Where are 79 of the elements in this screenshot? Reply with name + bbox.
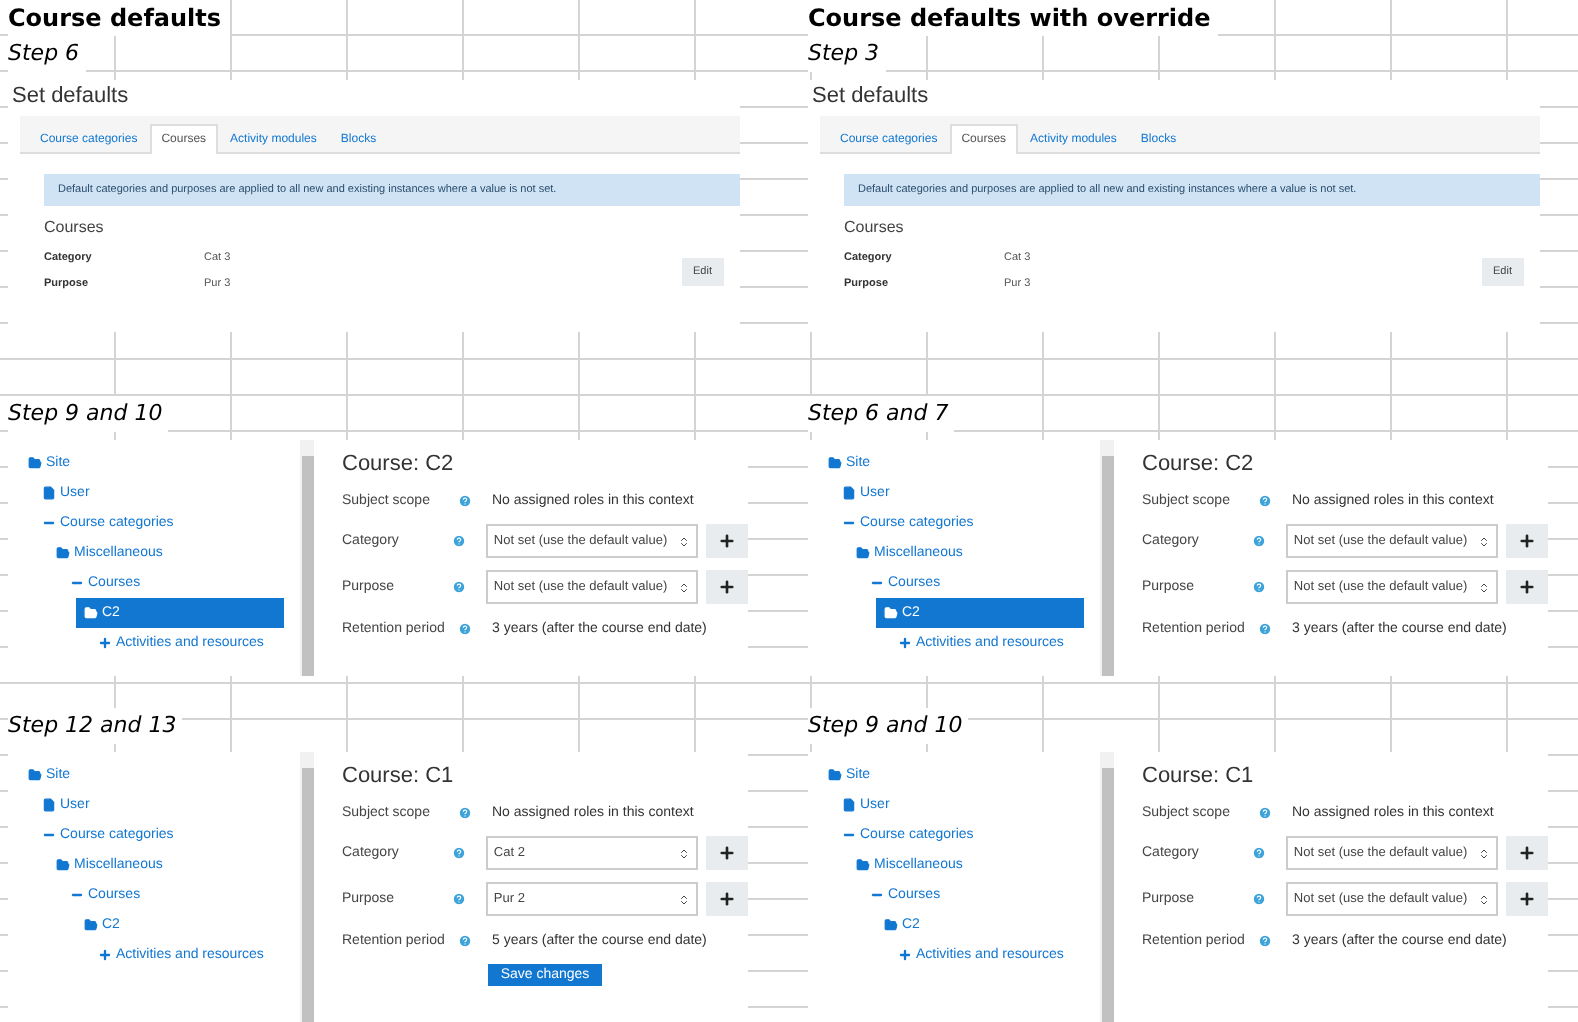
folder-icon xyxy=(828,456,842,470)
plus-icon xyxy=(718,532,737,550)
step-label: Step 9 and 10 xyxy=(808,708,969,744)
course-title: Course: C2 xyxy=(342,452,454,476)
page-heading: Set defaults xyxy=(810,82,931,112)
help-icon[interactable] xyxy=(451,534,466,548)
add-button[interactable] xyxy=(706,570,748,604)
folder-icon xyxy=(84,918,98,932)
folder-icon xyxy=(828,768,842,782)
help-icon[interactable] xyxy=(1258,621,1272,635)
course-title: Course: C1 xyxy=(342,764,454,788)
minus-icon xyxy=(870,576,884,590)
scrollbar[interactable] xyxy=(1100,752,1114,1022)
folder-icon xyxy=(884,606,898,620)
help-icon[interactable] xyxy=(1251,534,1266,548)
help-icon[interactable] xyxy=(458,493,472,507)
help-icon[interactable] xyxy=(1258,493,1272,507)
add-button[interactable] xyxy=(706,882,748,916)
folder-icon xyxy=(56,546,70,560)
add-button[interactable] xyxy=(1506,524,1548,558)
help-icon[interactable] xyxy=(458,805,472,819)
plus-icon xyxy=(1518,532,1537,550)
plus-icon xyxy=(898,948,912,962)
help-icon[interactable] xyxy=(458,621,472,635)
file-icon xyxy=(42,798,56,812)
plus-icon xyxy=(98,636,112,650)
step-label: Step 9 and 10 xyxy=(8,396,169,432)
plus-icon xyxy=(98,948,112,962)
minus-icon xyxy=(42,516,56,530)
add-button[interactable] xyxy=(706,524,748,558)
minus-icon xyxy=(842,828,856,842)
folder-icon xyxy=(56,858,70,872)
help-icon[interactable] xyxy=(451,892,466,906)
minus-icon xyxy=(70,576,84,590)
help-icon[interactable] xyxy=(1251,580,1266,594)
help-icon[interactable] xyxy=(458,933,472,947)
plus-icon xyxy=(718,890,737,908)
page-heading: Set defaults xyxy=(10,82,131,112)
plus-icon xyxy=(898,636,912,650)
folder-icon xyxy=(884,918,898,932)
help-icon[interactable] xyxy=(451,580,466,594)
plus-icon xyxy=(718,578,737,596)
folder-icon xyxy=(84,606,98,620)
step-label: Step 3 xyxy=(808,36,886,72)
scrollbar[interactable] xyxy=(1100,440,1114,676)
help-icon[interactable] xyxy=(1251,892,1266,906)
folder-icon xyxy=(28,456,42,470)
sheet-heading: Course defaults xyxy=(8,0,230,36)
add-button[interactable] xyxy=(1506,570,1548,604)
file-icon xyxy=(42,486,56,500)
add-button[interactable] xyxy=(1506,836,1548,870)
plus-icon xyxy=(1518,844,1537,862)
step-label: Step 12 and 13 xyxy=(8,708,183,744)
file-icon xyxy=(842,486,856,500)
course-title: Course: C1 xyxy=(1142,764,1254,788)
scrollbar[interactable] xyxy=(300,752,314,1022)
plus-icon xyxy=(1518,890,1537,908)
plus-icon xyxy=(1518,578,1537,596)
minus-icon xyxy=(70,888,84,902)
plus-icon xyxy=(718,844,737,862)
help-icon[interactable] xyxy=(1258,933,1272,947)
add-button[interactable] xyxy=(706,836,748,870)
folder-icon xyxy=(856,546,870,560)
section-title: Courses xyxy=(844,218,904,236)
step-label: Step 6 and 7 xyxy=(808,396,955,432)
course-title: Course: C2 xyxy=(1142,452,1254,476)
scrollbar[interactable] xyxy=(300,440,314,676)
section-title: Courses xyxy=(44,218,104,236)
file-icon xyxy=(842,798,856,812)
help-icon[interactable] xyxy=(451,846,466,860)
folder-icon xyxy=(28,768,42,782)
add-button[interactable] xyxy=(1506,882,1548,916)
minus-icon xyxy=(870,888,884,902)
minus-icon xyxy=(42,828,56,842)
sheet-heading: Course defaults with override xyxy=(808,0,1219,36)
help-icon[interactable] xyxy=(1251,846,1266,860)
minus-icon xyxy=(842,516,856,530)
help-icon[interactable] xyxy=(1258,805,1272,819)
folder-icon xyxy=(856,858,870,872)
